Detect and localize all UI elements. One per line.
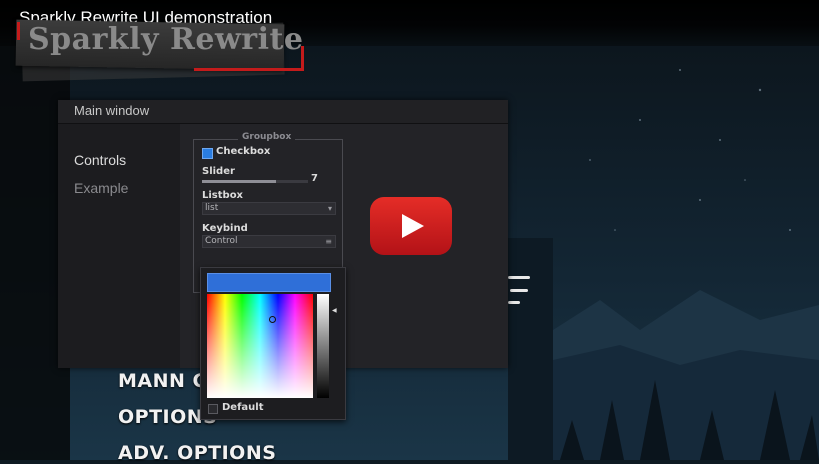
play-button[interactable] <box>370 197 452 255</box>
keybind-field[interactable]: Control ≡ <box>202 235 336 248</box>
checkbox-toggle[interactable] <box>202 148 213 159</box>
slider-fill <box>202 180 277 183</box>
slider-track[interactable] <box>202 180 308 183</box>
color-picker-popup: ◀ Default <box>200 267 346 420</box>
sidebar-item-example[interactable]: Example <box>74 180 128 196</box>
sparkly-logo: Sparkly Rewrite <box>14 19 304 82</box>
slider-value: 7 <box>311 173 318 184</box>
keybind-menu-icon: ≡ <box>325 237 332 246</box>
listbox-value: list <box>205 203 219 213</box>
sidebar-item-controls[interactable]: Controls <box>74 152 126 168</box>
default-checkbox[interactable] <box>208 404 218 414</box>
menu-item-adv-options[interactable]: ADV. OPTIONS <box>118 442 276 464</box>
color-preview-swatch[interactable] <box>207 273 331 292</box>
brightness-arrow-icon[interactable]: ◀ <box>332 307 337 314</box>
slider-label: Slider <box>202 166 235 177</box>
brightness-slider[interactable] <box>317 294 329 398</box>
dropdown-arrow-icon: ▾ <box>327 204 332 213</box>
listbox-label: Listbox <box>202 190 244 201</box>
window-title: Main window <box>74 103 150 118</box>
spectrum-cursor[interactable] <box>269 316 276 323</box>
window-titlebar[interactable]: Main window <box>58 100 508 124</box>
default-label[interactable]: Default <box>222 402 264 413</box>
groupbox-title: Groupbox <box>238 132 296 142</box>
color-spectrum[interactable] <box>207 294 313 398</box>
window-sidebar: Controls Example <box>58 124 180 368</box>
checkbox-label[interactable]: Checkbox <box>216 146 270 157</box>
play-icon <box>402 214 424 238</box>
keybind-label: Keybind <box>202 223 248 234</box>
logo-text: Sparkly Rewrite <box>28 22 304 57</box>
keybind-value: Control <box>205 236 238 246</box>
listbox-dropdown[interactable]: list ▾ <box>202 202 336 215</box>
